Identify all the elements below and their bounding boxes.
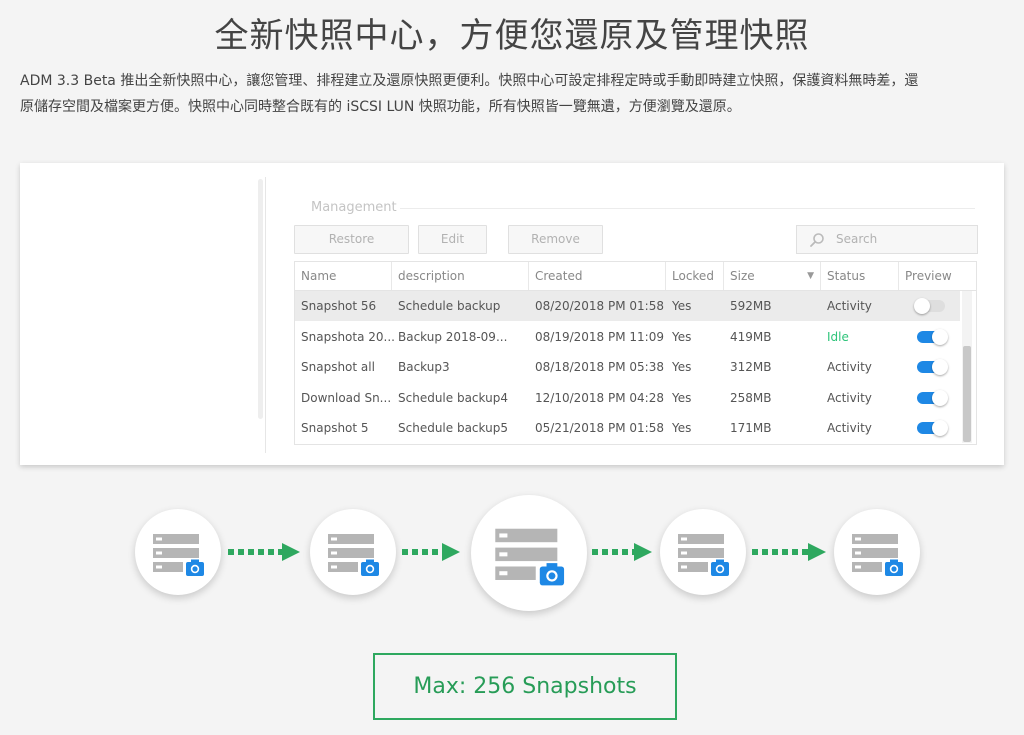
left-pane-scrollbar[interactable] — [258, 179, 263, 419]
arrow-right-icon — [228, 543, 300, 561]
cell-description: Schedule backup — [398, 299, 501, 313]
sort-down-icon: ▼ — [807, 271, 814, 281]
flow-arrow — [228, 543, 300, 565]
cell-locked: Yes — [672, 299, 692, 313]
cell-status: Activity — [827, 360, 872, 374]
cell-name: Snapshot 5 — [301, 421, 369, 435]
snapshot-table: Name description Created Locked Size ▼ S… — [294, 261, 977, 445]
preview-toggle[interactable] — [914, 298, 945, 314]
cell-locked: Yes — [672, 390, 692, 405]
management-title: Management — [311, 200, 397, 215]
arrow-right-icon — [592, 543, 652, 561]
cell-description: Schedule backup5 — [398, 421, 508, 435]
edit-button[interactable]: Edit — [418, 225, 487, 254]
cell-locked: Yes — [672, 360, 692, 374]
intro-paragraph: ADM 3.3 Beta 推出全新快照中心，讓您管理、排程建立及還原快照更便利。… — [20, 68, 1004, 120]
column-header-preview[interactable]: Preview — [899, 262, 976, 290]
cell-name: Snapshota 20... — [301, 329, 395, 344]
cell-description: Backup 2018-09... — [398, 329, 508, 344]
flow-arrow — [752, 543, 826, 565]
table-row[interactable]: Snapshota 20... Backup 2018-09... 08/19/20… — [295, 322, 960, 352]
column-header-created[interactable]: Created — [529, 262, 666, 290]
server-camera-icon — [678, 534, 731, 578]
search-placeholder: Search — [836, 232, 878, 246]
preview-toggle[interactable] — [917, 328, 948, 345]
cell-name: Snapshot 56 — [301, 299, 377, 313]
column-header-description[interactable]: description — [392, 262, 529, 290]
arrow-right-icon — [402, 543, 460, 561]
toggle-knob — [932, 420, 948, 436]
search-icon — [810, 233, 824, 247]
preview-toggle[interactable] — [917, 359, 948, 375]
server-camera-icon — [328, 534, 381, 578]
cell-name: Download Sn... — [301, 390, 392, 405]
management-divider — [400, 208, 975, 209]
preview-toggle[interactable] — [917, 420, 948, 436]
snapshot-node — [471, 495, 587, 611]
column-header-size[interactable]: Size ▼ — [724, 262, 821, 290]
snapshot-node — [310, 509, 396, 595]
intro-line-2: 原儲存空間及檔案更方便。快照中心同時整合既有的 iSCSI LUN 快照功能，所… — [20, 99, 741, 115]
table-row[interactable]: Snapshot 5 Schedule backup5 05/21/2018 PM … — [295, 413, 960, 443]
column-header-size-label: Size — [730, 269, 755, 283]
cell-status: Activity — [827, 299, 872, 313]
cell-created: 05/21/2018 PM 01:58 — [535, 421, 664, 435]
table-scrollbar[interactable] — [962, 291, 972, 443]
cell-status: Activity — [827, 390, 872, 405]
left-pane — [20, 177, 266, 453]
toggle-knob — [932, 328, 948, 345]
cell-size: 592MB — [730, 299, 772, 313]
cell-created: 08/20/2018 PM 01:58 — [535, 299, 664, 313]
cell-created: 08/19/2018 PM 11:09 — [535, 329, 664, 344]
toggle-knob — [914, 298, 930, 314]
max-snapshots-label: Max: 256 Snapshots — [373, 653, 677, 720]
cell-name: Snapshot all — [301, 360, 375, 374]
server-camera-icon — [153, 534, 206, 578]
column-header-locked[interactable]: Locked — [666, 262, 724, 290]
cell-created: 12/10/2018 PM 04:28 — [535, 390, 664, 405]
table-scrollbar-thumb[interactable] — [963, 346, 971, 442]
snapshot-node — [834, 509, 920, 595]
snapshot-center-panel: Management Restore Edit Remove Search Na… — [20, 163, 1004, 465]
column-header-status[interactable]: Status — [821, 262, 899, 290]
cell-size: 171MB — [730, 421, 772, 435]
server-camera-icon — [495, 528, 567, 589]
column-header-name[interactable]: Name — [295, 262, 392, 290]
intro-line-1: ADM 3.3 Beta 推出全新快照中心，讓您管理、排程建立及還原快照更便利。… — [20, 73, 919, 89]
preview-toggle[interactable] — [917, 389, 948, 406]
cell-status: Idle — [827, 329, 849, 344]
toggle-knob — [932, 359, 948, 375]
table-row[interactable]: Snapshot 56 Schedule backup 08/20/2018 PM … — [295, 291, 960, 321]
cell-locked: Yes — [672, 421, 692, 435]
toggle-knob — [932, 389, 948, 406]
cell-size: 312MB — [730, 360, 772, 374]
search-input[interactable]: Search — [796, 225, 978, 254]
restore-button[interactable]: Restore — [294, 225, 409, 254]
table-row[interactable]: Download Sn... Schedule backup4 12/10/2018… — [295, 383, 960, 413]
page-headline: 全新快照中心，方便您還原及管理快照 — [214, 16, 810, 56]
cell-locked: Yes — [672, 329, 692, 344]
snapshot-node — [135, 509, 221, 595]
cell-size: 258MB — [730, 390, 772, 405]
cell-created: 08/18/2018 PM 05:38 — [535, 360, 664, 374]
cell-size: 419MB — [730, 329, 772, 344]
cell-status: Activity — [827, 421, 872, 435]
arrow-right-icon — [752, 543, 826, 561]
remove-button[interactable]: Remove — [508, 225, 603, 254]
table-row[interactable]: Snapshot all Backup3 08/18/2018 PM 05:38 Ye… — [295, 352, 960, 382]
flow-arrow — [402, 543, 460, 565]
snapshot-node — [660, 509, 746, 595]
table-header: Name description Created Locked Size ▼ S… — [295, 262, 976, 291]
cell-description: Backup3 — [398, 360, 450, 374]
server-camera-icon — [852, 534, 905, 578]
cell-description: Schedule backup4 — [398, 390, 508, 405]
flow-arrow — [592, 543, 652, 565]
